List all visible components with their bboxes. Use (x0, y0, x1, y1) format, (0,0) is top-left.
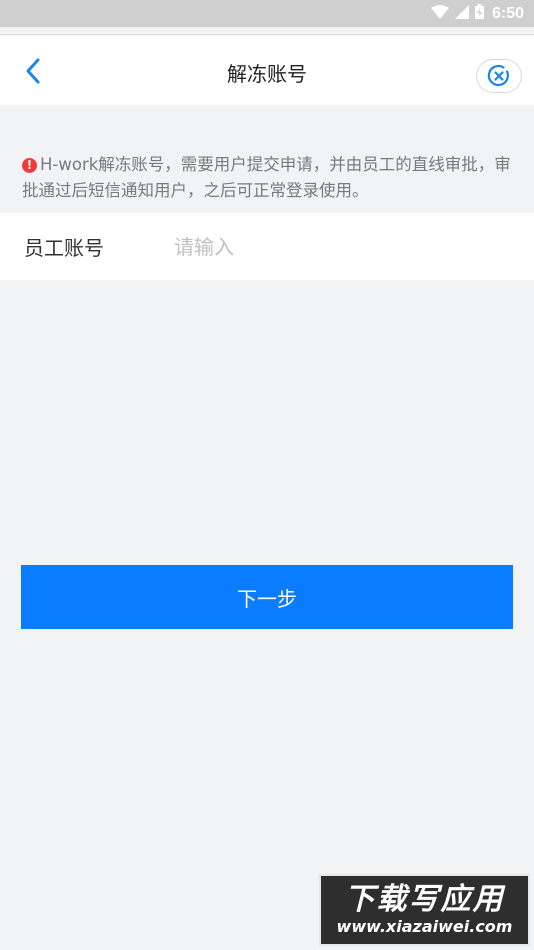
wifi-icon (430, 4, 449, 23)
account-label: 员工账号 (24, 236, 104, 260)
battery-charging-icon (474, 4, 484, 23)
top-spacer (0, 27, 534, 35)
close-circle-icon (487, 64, 509, 87)
account-field-row: 员工账号 (0, 213, 534, 280)
watermark-title: 下载写应用 (344, 882, 505, 917)
status-time: 6:50 (491, 4, 524, 22)
warning-icon: ! (22, 158, 37, 173)
unfreeze-notice: ! H-work解冻账号，需要用户提交申请，并由员工的直线审批，审批通过后短信通知… (22, 152, 514, 204)
page-title: 解冻账号 (227, 62, 307, 86)
cellular-signal-icon (454, 4, 469, 23)
status-bar: 6:50 (0, 0, 534, 27)
next-step-button[interactable]: 下一步 (21, 565, 513, 629)
account-input[interactable] (174, 234, 504, 259)
close-button[interactable] (476, 59, 522, 93)
navigation-bar: 解冻账号 (0, 36, 534, 105)
site-watermark: 下载写应用 www.xiazaiwei.com (319, 874, 530, 946)
watermark-url: www.xiazaiwei.com (336, 917, 513, 936)
notice-text: H-work解冻账号，需要用户提交申请，并由员工的直线审批，审批通过后短信通知用… (22, 155, 511, 200)
